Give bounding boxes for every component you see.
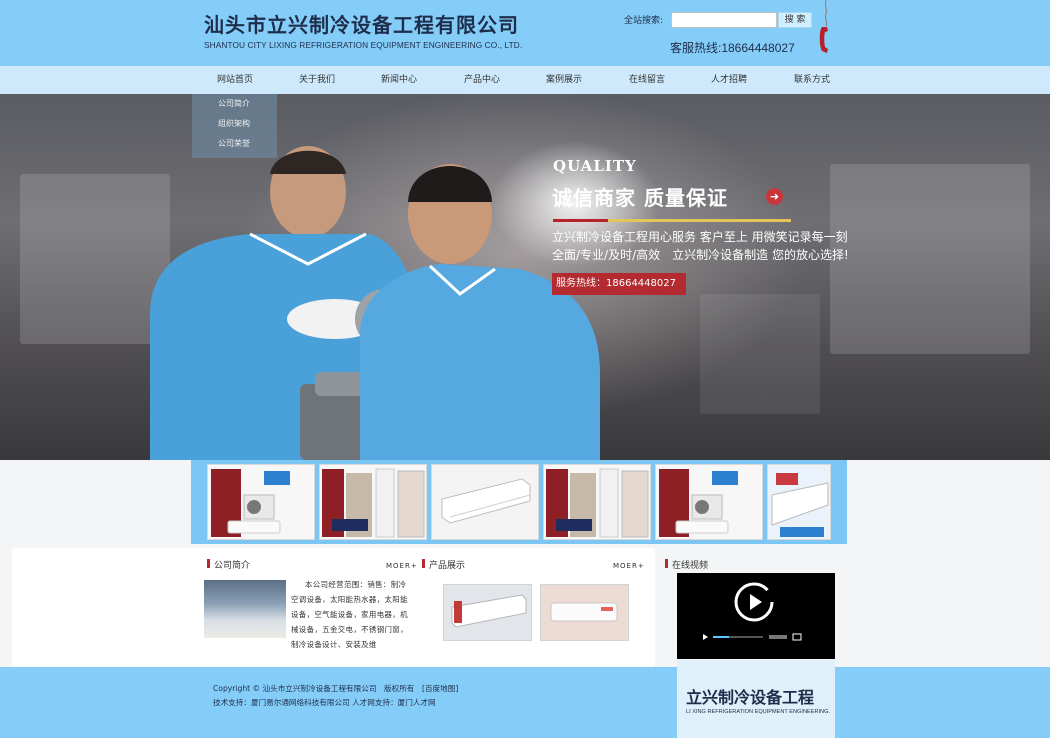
about-image[interactable] <box>204 580 286 638</box>
nav-item-about[interactable]: 关于我们 <box>282 66 352 94</box>
main-nav: 网站首页 关于我们 新闻中心 产品中心 案例展示 在线留言 人才招聘 联系方式 <box>0 66 1050 94</box>
product-image[interactable] <box>443 584 532 641</box>
submenu-item-company-intro[interactable]: 公司简介 <box>192 94 277 114</box>
footer-copyright: Copyright © 汕头市立兴制冷设备工程有限公司 版权所有 [百度地图] <box>213 684 459 693</box>
banner-slogan: 诚信商家 质量保证 <box>552 186 728 210</box>
product-thumb[interactable] <box>543 464 651 540</box>
nav-item-products[interactable]: 产品中心 <box>447 66 517 94</box>
air-conditioner-set-icon <box>211 469 290 537</box>
product-thumb[interactable] <box>207 464 315 540</box>
product-thumb[interactable] <box>655 464 763 540</box>
footer-logo-en: LI XING REFRIGERATION EQUIPMENT ENGINEER… <box>686 709 831 715</box>
banner-service-hotline: 服务热线：18664448027 <box>552 273 686 295</box>
nav-item-news[interactable]: 新闻中心 <box>364 66 434 94</box>
section-marker <box>207 559 210 568</box>
company-name-en: SHANTOU CITY LIXING REFRIGERATION EQUIPM… <box>204 40 523 50</box>
footer-logo-cn: 立兴制冷设备工程 <box>686 688 815 707</box>
product-thumb[interactable] <box>319 464 427 540</box>
about-text: 本公司经营范围：销售：制冷空调设备，太阳能热水器，太阳能设备，空气能设备，家用电… <box>291 580 408 649</box>
product-image[interactable] <box>540 584 629 641</box>
products-more-link[interactable]: MOER+ <box>613 562 645 570</box>
company-name-cn[interactable]: 汕头市立兴制冷设备工程有限公司 <box>204 9 519 38</box>
nav-item-jobs[interactable]: 人才招聘 <box>694 66 764 94</box>
product-thumb[interactable] <box>431 464 539 540</box>
section-marker <box>422 559 425 568</box>
hotline-text: 客服热线:18664448027 <box>670 41 795 55</box>
telephone-icon <box>819 0 828 53</box>
about-section-title[interactable]: 公司简介 <box>214 558 250 571</box>
banner-divider-gold <box>608 219 791 222</box>
product-thumb[interactable] <box>767 464 831 540</box>
technicians-photo <box>150 146 600 460</box>
background-machine <box>830 164 1030 354</box>
wall-ac-icon <box>444 585 531 640</box>
search-input[interactable] <box>671 12 777 28</box>
submenu-item-organization[interactable]: 组织架构 <box>192 114 277 134</box>
standing-ac-icon <box>546 468 649 538</box>
product-carousel <box>191 460 847 544</box>
banner-tagline-1: 立兴制冷设备工程用心服务 客户至上 用微笑记录每一刻 <box>552 230 848 244</box>
banner-quality-heading: QUALITY <box>553 157 637 175</box>
nav-item-cases[interactable]: 案例展示 <box>529 66 599 94</box>
about-submenu: 公司简介 组织架构 公司荣誉 <box>192 94 277 158</box>
nav-item-contact[interactable]: 联系方式 <box>777 66 847 94</box>
arrow-right-icon[interactable]: ➜ <box>766 188 783 205</box>
nav-item-message[interactable]: 在线留言 <box>612 66 682 94</box>
section-marker <box>665 559 668 568</box>
page-root: 汕头市立兴制冷设备工程有限公司 SHANTOU CITY LIXING REFR… <box>0 0 1050 738</box>
play-icon[interactable] <box>733 581 775 623</box>
background-machine <box>700 294 820 414</box>
footer-tech-support: 技术支持：厦门易尔通网络科技有限公司 人才网支持：厦门人才网 <box>213 698 436 707</box>
video-player[interactable] <box>677 573 835 659</box>
nav-item-home[interactable]: 网站首页 <box>200 66 270 94</box>
wall-ac-icon <box>541 585 628 640</box>
banner-tagline-2: 全面/专业/及时/高效 立兴制冷设备制造 您的放心选择! <box>552 248 849 262</box>
submenu-item-honors[interactable]: 公司荣誉 <box>192 134 277 154</box>
wall-ac-icon <box>432 465 538 539</box>
banner-divider-red <box>553 219 608 222</box>
wall-ac-icon <box>768 465 830 539</box>
air-conditioner-set-icon <box>659 469 738 537</box>
site-header: 汕头市立兴制冷设备工程有限公司 SHANTOU CITY LIXING REFR… <box>0 0 1050 66</box>
site-footer <box>0 667 1050 738</box>
hero-banner: QUALITY 诚信商家 质量保证 ➜ 立兴制冷设备工程用心服务 客户至上 用微… <box>0 94 1050 460</box>
search-button[interactable]: 搜 索 <box>778 12 812 28</box>
search-label: 全站搜索: <box>624 16 664 26</box>
video-controls[interactable] <box>701 632 811 642</box>
video-section-title[interactable]: 在线视频 <box>672 558 708 571</box>
about-more-link[interactable]: MOER+ <box>386 562 418 570</box>
products-section-title[interactable]: 产品展示 <box>429 558 465 571</box>
standing-ac-icon <box>322 468 425 538</box>
